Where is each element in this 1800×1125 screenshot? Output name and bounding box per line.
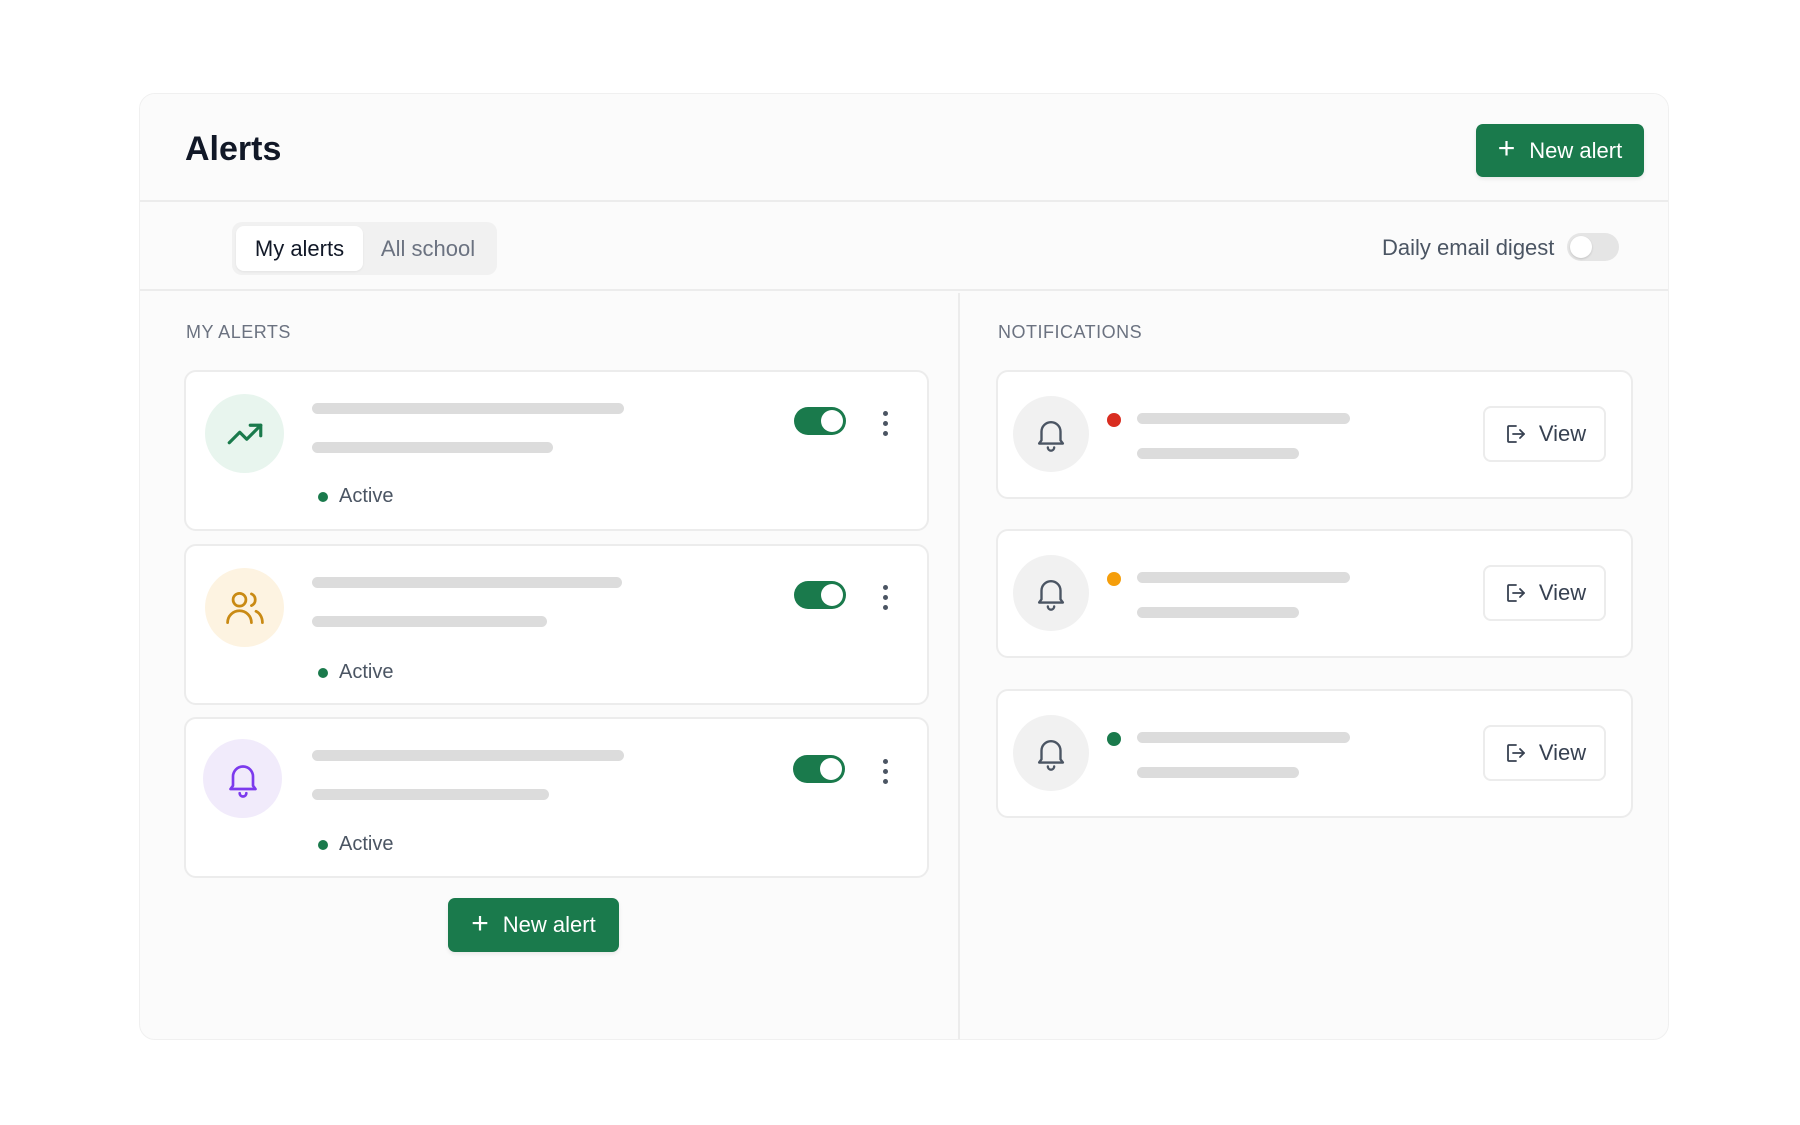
view-label: View <box>1538 740 1587 765</box>
alert-icon-circle <box>203 739 282 818</box>
more-options-icon[interactable] <box>873 581 897 613</box>
alerts-panel: Alerts + New alert My alerts All school … <box>139 93 1669 1040</box>
more-options-icon[interactable] <box>873 407 897 439</box>
status-dot <box>318 491 328 502</box>
subtitle-placeholder <box>1137 448 1299 459</box>
alert-icon-circle <box>205 568 284 647</box>
open-icon <box>1506 425 1525 443</box>
notification-card[interactable]: View <box>996 529 1633 658</box>
status-text: Active <box>339 661 394 683</box>
page-title: Alerts <box>185 130 282 168</box>
alert-enabled-toggle[interactable] <box>793 755 845 783</box>
bell-icon <box>1037 739 1065 771</box>
status-dot <box>318 667 328 678</box>
toggle-knob <box>1570 236 1592 258</box>
toggle-knob <box>821 410 843 432</box>
title-placeholder <box>1137 413 1350 424</box>
view-button[interactable]: View <box>1483 565 1606 621</box>
bell-icon <box>1037 579 1065 611</box>
title-placeholder <box>312 403 624 414</box>
subtitle-placeholder <box>312 442 553 453</box>
tab-all-school[interactable]: All school <box>363 226 493 271</box>
my-alerts-heading: MY ALERTS <box>186 322 291 342</box>
daily-digest-toggle[interactable] <box>1567 233 1619 261</box>
tab-my-alerts[interactable]: My alerts <box>236 226 363 271</box>
column-divider <box>958 293 960 1039</box>
alert-card[interactable]: Active <box>184 717 929 878</box>
view-button[interactable]: View <box>1483 725 1606 781</box>
view-label: View <box>1538 580 1587 605</box>
toggle-knob <box>820 758 842 780</box>
more-options-icon[interactable] <box>873 755 897 787</box>
priority-dot <box>1107 572 1121 586</box>
bell-icon <box>228 764 257 798</box>
digest-label: Daily email digest <box>1382 235 1555 260</box>
notification-icon-circle <box>1013 715 1089 791</box>
subtitle-placeholder <box>312 616 547 627</box>
alert-card[interactable]: Active <box>184 370 929 531</box>
subtitle-placeholder <box>1137 607 1299 618</box>
title-placeholder <box>1137 572 1350 583</box>
users-icon <box>225 591 264 624</box>
notifications-heading: NOTIFICATIONS <box>998 322 1143 342</box>
alert-icon-circle <box>205 394 284 473</box>
toggle-knob <box>821 584 843 606</box>
status-badge: Active <box>318 661 393 684</box>
status-badge: Active <box>318 485 393 508</box>
view-button[interactable]: View <box>1483 406 1606 462</box>
title-placeholder <box>312 750 624 761</box>
alert-card[interactable]: Active <box>184 544 929 705</box>
title-placeholder <box>312 577 622 588</box>
notification-card[interactable]: View <box>996 370 1633 499</box>
open-icon <box>1506 744 1525 762</box>
status-text: Active <box>339 485 394 507</box>
alert-enabled-toggle[interactable] <box>794 407 846 435</box>
toolbar: My alerts All school Daily email digest <box>140 203 1668 291</box>
notification-icon-circle <box>1013 555 1089 631</box>
priority-dot <box>1107 413 1121 427</box>
status-dot <box>318 839 328 850</box>
new-alert-label: New alert <box>1529 137 1623 163</box>
alert-enabled-toggle[interactable] <box>794 581 846 609</box>
subtitle-placeholder <box>312 789 549 800</box>
open-icon <box>1506 584 1525 602</box>
notification-icon-circle <box>1013 396 1089 472</box>
view-tabs: My alerts All school <box>232 222 497 275</box>
view-label: View <box>1538 421 1587 446</box>
new-alert-label: New alert <box>502 912 596 937</box>
plus-icon: + <box>1497 132 1516 165</box>
status-badge: Active <box>318 833 393 856</box>
priority-dot <box>1107 732 1121 746</box>
title-placeholder <box>1137 732 1350 743</box>
bell-icon <box>1037 420 1065 452</box>
panel-header: Alerts + New alert <box>140 94 1668 202</box>
notification-card[interactable]: View <box>996 689 1633 818</box>
status-text: Active <box>339 833 394 855</box>
plus-icon: + <box>471 906 489 940</box>
new-alert-button-header[interactable]: + New alert <box>1476 124 1644 177</box>
subtitle-placeholder <box>1137 767 1299 778</box>
trending-up-icon <box>227 423 262 444</box>
new-alert-button[interactable]: + New alert <box>448 898 619 952</box>
